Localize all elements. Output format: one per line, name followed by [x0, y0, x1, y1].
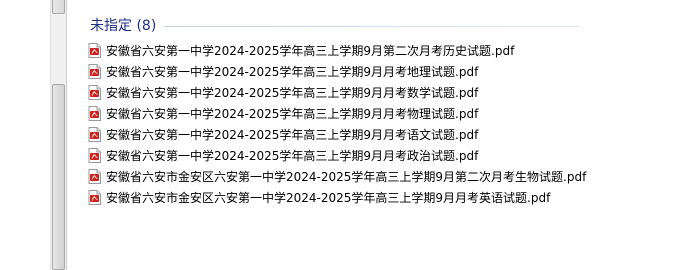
scrollbar-top-segment[interactable]: [52, 0, 65, 14]
group-divider: [164, 25, 580, 27]
file-name: 安徽省六安第一中学2024-2025学年高三上学期9月月考数学试题.pdf: [106, 86, 479, 100]
pdf-file-icon: [88, 127, 101, 142]
group-title: 未指定 (8): [90, 18, 157, 34]
pdf-file-icon: [88, 64, 101, 79]
pdf-file-icon: [88, 85, 101, 100]
file-name: 安徽省六安第一中学2024-2025学年高三上学期9月月考物理试题.pdf: [106, 107, 479, 121]
file-item[interactable]: 安徽省六安第一中学2024-2025学年高三上学期9月月考政治试题.pdf: [88, 145, 586, 166]
group-header[interactable]: 未指定 (8): [90, 14, 580, 36]
file-list: 安徽省六安第一中学2024-2025学年高三上学期9月第二次月考历史试题.pdf…: [88, 40, 586, 208]
file-name: 安徽省六安第一中学2024-2025学年高三上学期9月第二次月考历史试题.pdf: [106, 44, 515, 58]
file-name: 安徽省六安第一中学2024-2025学年高三上学期9月月考语文试题.pdf: [106, 128, 479, 142]
pdf-file-icon: [88, 190, 101, 205]
file-name: 安徽省六安第一中学2024-2025学年高三上学期9月月考地理试题.pdf: [106, 65, 479, 79]
pdf-file-icon: [88, 169, 101, 184]
pdf-file-icon: [88, 148, 101, 163]
file-item[interactable]: 安徽省六安第一中学2024-2025学年高三上学期9月第二次月考历史试题.pdf: [88, 40, 586, 61]
pdf-file-icon: [88, 43, 101, 58]
pdf-file-icon: [88, 106, 101, 121]
file-item[interactable]: 安徽省六安第一中学2024-2025学年高三上学期9月月考数学试题.pdf: [88, 82, 586, 103]
file-item[interactable]: 安徽省六安第一中学2024-2025学年高三上学期9月月考地理试题.pdf: [88, 61, 586, 82]
file-item[interactable]: 安徽省六安市金安区六安第一中学2024-2025学年高三上学期9月第二次月考生物…: [88, 166, 586, 187]
file-item[interactable]: 安徽省六安第一中学2024-2025学年高三上学期9月月考物理试题.pdf: [88, 103, 586, 124]
file-list-pane: 未指定 (8) 安徽省六安第一中学2024-2025学年高三上学期9月第二次月考…: [68, 0, 674, 270]
file-item[interactable]: 安徽省六安市金安区六安第一中学2024-2025学年高三上学期9月月考英语试题.…: [88, 187, 586, 208]
file-item[interactable]: 安徽省六安第一中学2024-2025学年高三上学期9月月考语文试题.pdf: [88, 124, 586, 145]
file-name: 安徽省六安第一中学2024-2025学年高三上学期9月月考政治试题.pdf: [106, 149, 479, 163]
vertical-scrollbar[interactable]: [50, 0, 67, 270]
file-name: 安徽省六安市金安区六安第一中学2024-2025学年高三上学期9月月考英语试题.…: [106, 191, 551, 205]
file-name: 安徽省六安市金安区六安第一中学2024-2025学年高三上学期9月第二次月考生物…: [106, 170, 587, 184]
scrollbar-thumb[interactable]: [52, 84, 65, 270]
navigation-pane: [0, 0, 50, 270]
